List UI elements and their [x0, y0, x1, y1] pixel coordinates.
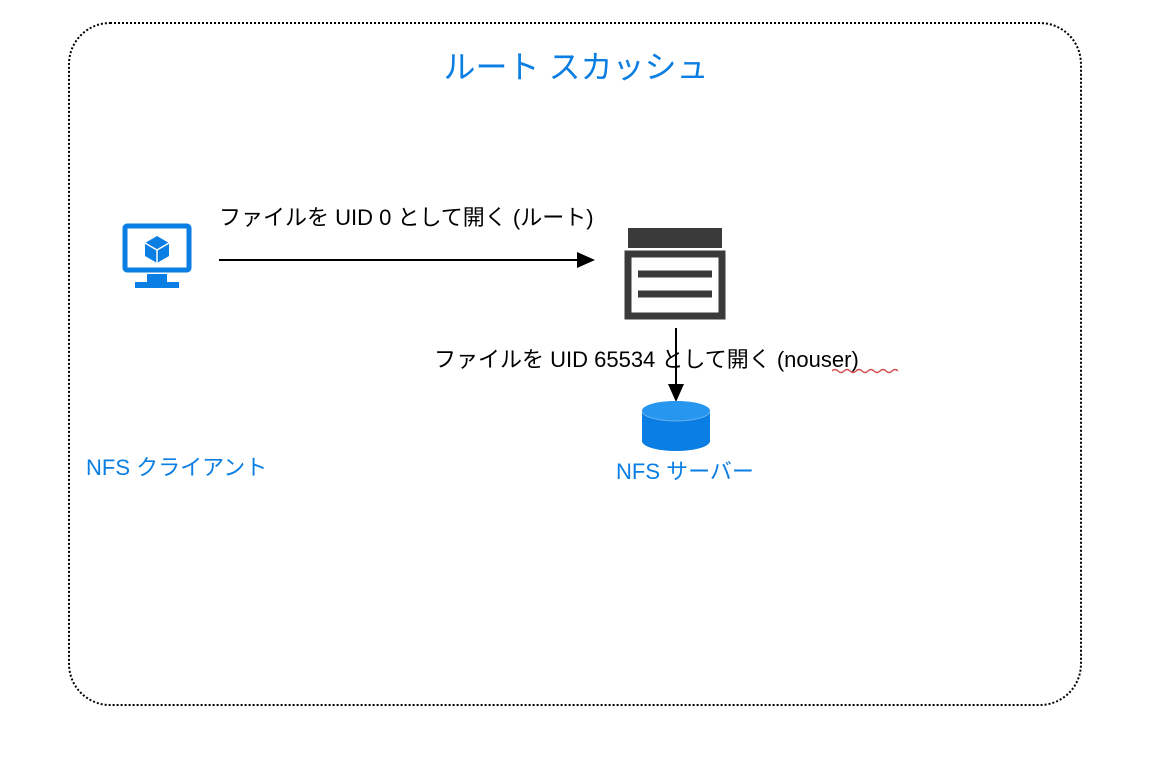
diagram-title: ルート スカッシュ [0, 42, 1152, 88]
arrow1 [217, 248, 597, 272]
proofing-squiggle [832, 368, 902, 370]
client-label: NFS クライアント [86, 450, 267, 482]
monitor-cube-icon [117, 220, 197, 305]
arrow1-label: ファイルを UID 0 として開く (ルート) [219, 200, 594, 232]
server-window-icon [624, 224, 726, 327]
arrow2 [664, 326, 688, 404]
arrow2-label: ファイルを UID 65534 として開く (nouser) [434, 342, 859, 374]
server-label: NFS サーバー [616, 454, 754, 486]
database-cylinder-icon [638, 400, 714, 459]
